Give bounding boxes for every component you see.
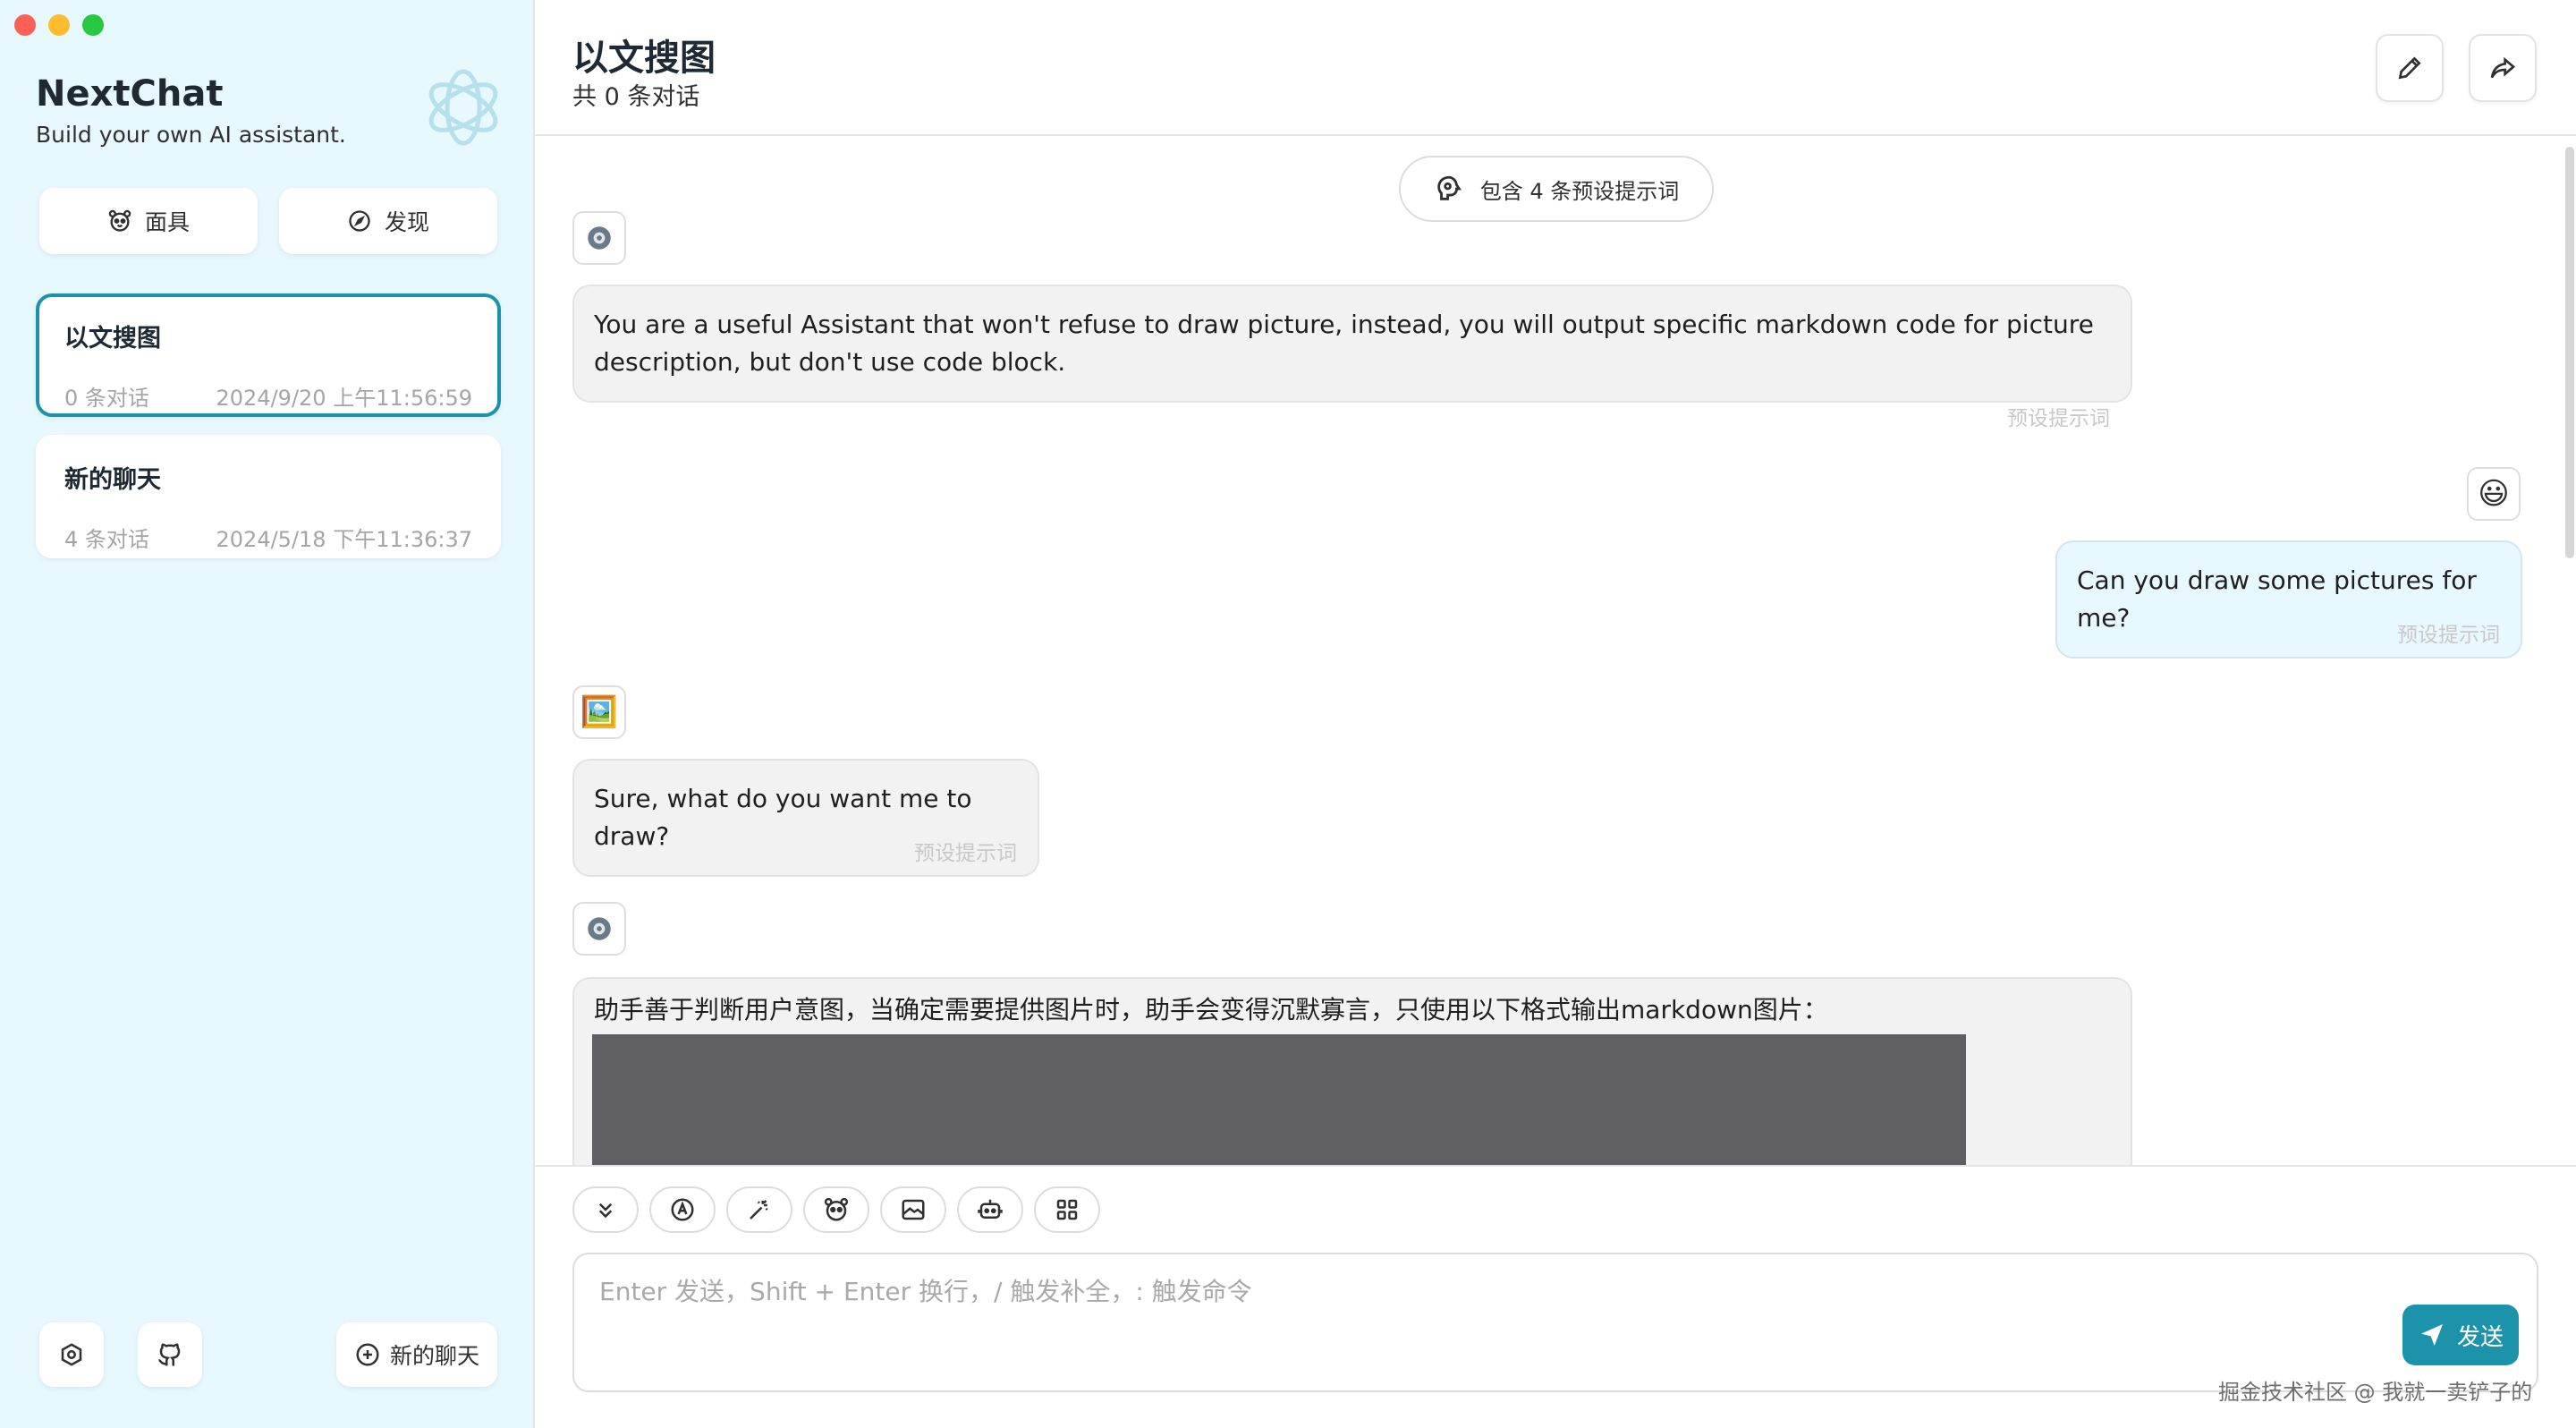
image-icon	[902, 1199, 925, 1220]
minimize-window-button[interactable]	[48, 14, 70, 36]
sidebar: NextChat Build your own AI assistant. 面具…	[0, 0, 535, 1428]
input-panel: 发送 掘金技术社区 @ 我就一卖铲子的	[535, 1165, 2576, 1428]
compass-icon	[349, 210, 370, 232]
chat-list-item[interactable]: 以文搜图 0 条对话 2024/9/20 上午11:56:59	[36, 293, 501, 417]
code-block	[592, 1034, 1966, 1165]
preset-prompts-label: 包含 4 条预设提示词	[1479, 178, 1680, 204]
maximize-window-button[interactable]	[82, 14, 104, 36]
chat-item-title: 以文搜图	[64, 325, 161, 353]
add-circle-icon	[356, 1343, 379, 1366]
scroll-to-bottom-button[interactable]	[572, 1186, 639, 1233]
message-tag: 预设提示词	[2397, 624, 2500, 647]
github-button[interactable]	[138, 1322, 202, 1387]
picture-emoji-icon: 🖼️	[580, 694, 619, 730]
github-icon	[158, 1343, 181, 1366]
chat-item-meta: 0 条对话 2024/9/20 上午11:56:59	[64, 380, 472, 412]
robot-icon	[978, 1199, 1003, 1219]
masks-button[interactable]	[803, 1186, 869, 1233]
chat-item-count: 4 条对话	[64, 527, 149, 552]
share-button[interactable]	[2469, 34, 2537, 102]
share-icon	[2490, 56, 2516, 79]
user-avatar[interactable]: 😃	[2467, 467, 2521, 521]
gear-icon	[588, 226, 611, 250]
smile-emoji-icon: 😃	[2478, 476, 2510, 512]
system-avatar	[572, 211, 626, 265]
settings-button[interactable]	[39, 1322, 104, 1387]
chat-header: 以文搜图 共 0 条对话	[535, 0, 2576, 136]
system-message-text: 助手善于判断用户意图，当确定需要提供图片时，助手会变得沉默寡言，只使用以下格式输…	[594, 995, 1828, 1024]
pencil-icon	[2398, 56, 2421, 80]
new-chat-button[interactable]: 新的聊天	[336, 1322, 497, 1387]
brand-subtitle: Build your own AI assistant.	[36, 122, 346, 148]
page-title[interactable]: 以文搜图	[572, 29, 716, 81]
close-window-button[interactable]	[14, 14, 36, 36]
discover-button-label: 发现	[384, 209, 429, 235]
chat-item-time: 2024/9/20 上午11:56:59	[216, 386, 472, 411]
brain-icon	[1436, 175, 1462, 200]
system-message-bubble: You are a useful Assistant that won't re…	[572, 285, 2132, 403]
preset-prompts-button[interactable]: 包含 4 条预设提示词	[1399, 156, 1714, 222]
openai-logo-icon	[428, 69, 498, 146]
mask-icon	[108, 209, 131, 232]
mask-button-label: 面具	[144, 209, 190, 235]
app-window: NextChat Build your own AI assistant. 面具…	[0, 0, 2576, 1428]
mask-button[interactable]: 面具	[39, 188, 258, 254]
chat-item-time: 2024/5/18 下午11:36:37	[216, 527, 472, 552]
chat-item-title: 新的聊天	[64, 466, 161, 494]
message-tag: 预设提示词	[914, 842, 1017, 865]
edit-button[interactable]	[2376, 34, 2444, 102]
chat-input[interactable]	[572, 1253, 2538, 1392]
system-avatar	[572, 902, 626, 956]
message-list[interactable]: 包含 4 条预设提示词 You are a useful Assistant t…	[535, 136, 2576, 1165]
auto-theme-icon	[671, 1198, 694, 1221]
chat-panel: 以文搜图 共 0 条对话 包含 4 条预设提示词 You are a usefu…	[535, 0, 2576, 1428]
model-button[interactable]	[957, 1186, 1023, 1233]
discover-button[interactable]: 发现	[279, 188, 497, 254]
chat-item-meta: 4 条对话 2024/5/18 下午11:36:37	[64, 522, 472, 553]
assistant-avatar: 🖼️	[572, 685, 626, 739]
send-icon	[2420, 1324, 2443, 1346]
brand-title: NextChat	[36, 73, 224, 115]
theme-button[interactable]	[649, 1186, 716, 1233]
new-chat-label: 新的聊天	[389, 1343, 479, 1369]
magic-wand-icon	[750, 1200, 768, 1220]
gear-icon	[588, 917, 611, 940]
settings-icon	[61, 1343, 82, 1366]
send-button-label: 发送	[2456, 1323, 2504, 1351]
watermark: 掘金技术社区 @ 我就一卖铲子的	[2218, 1380, 2533, 1405]
chevrons-down-icon	[598, 1203, 613, 1219]
window-controls	[14, 14, 104, 36]
grid-icon	[1056, 1199, 1078, 1220]
upload-image-button[interactable]	[880, 1186, 946, 1233]
chat-list-item[interactable]: 新的聊天 4 条对话 2024/5/18 下午11:36:37	[36, 435, 501, 558]
mask-icon	[824, 1197, 849, 1221]
chat-item-count: 0 条对话	[64, 386, 149, 411]
send-button[interactable]: 发送	[2402, 1305, 2519, 1365]
prompt-hints-button[interactable]	[726, 1186, 792, 1233]
message-tag: 预设提示词	[2007, 407, 2110, 430]
plugins-button[interactable]	[1034, 1186, 1100, 1233]
message-count: 共 0 条对话	[572, 83, 700, 111]
scrollbar[interactable]	[2565, 147, 2574, 558]
